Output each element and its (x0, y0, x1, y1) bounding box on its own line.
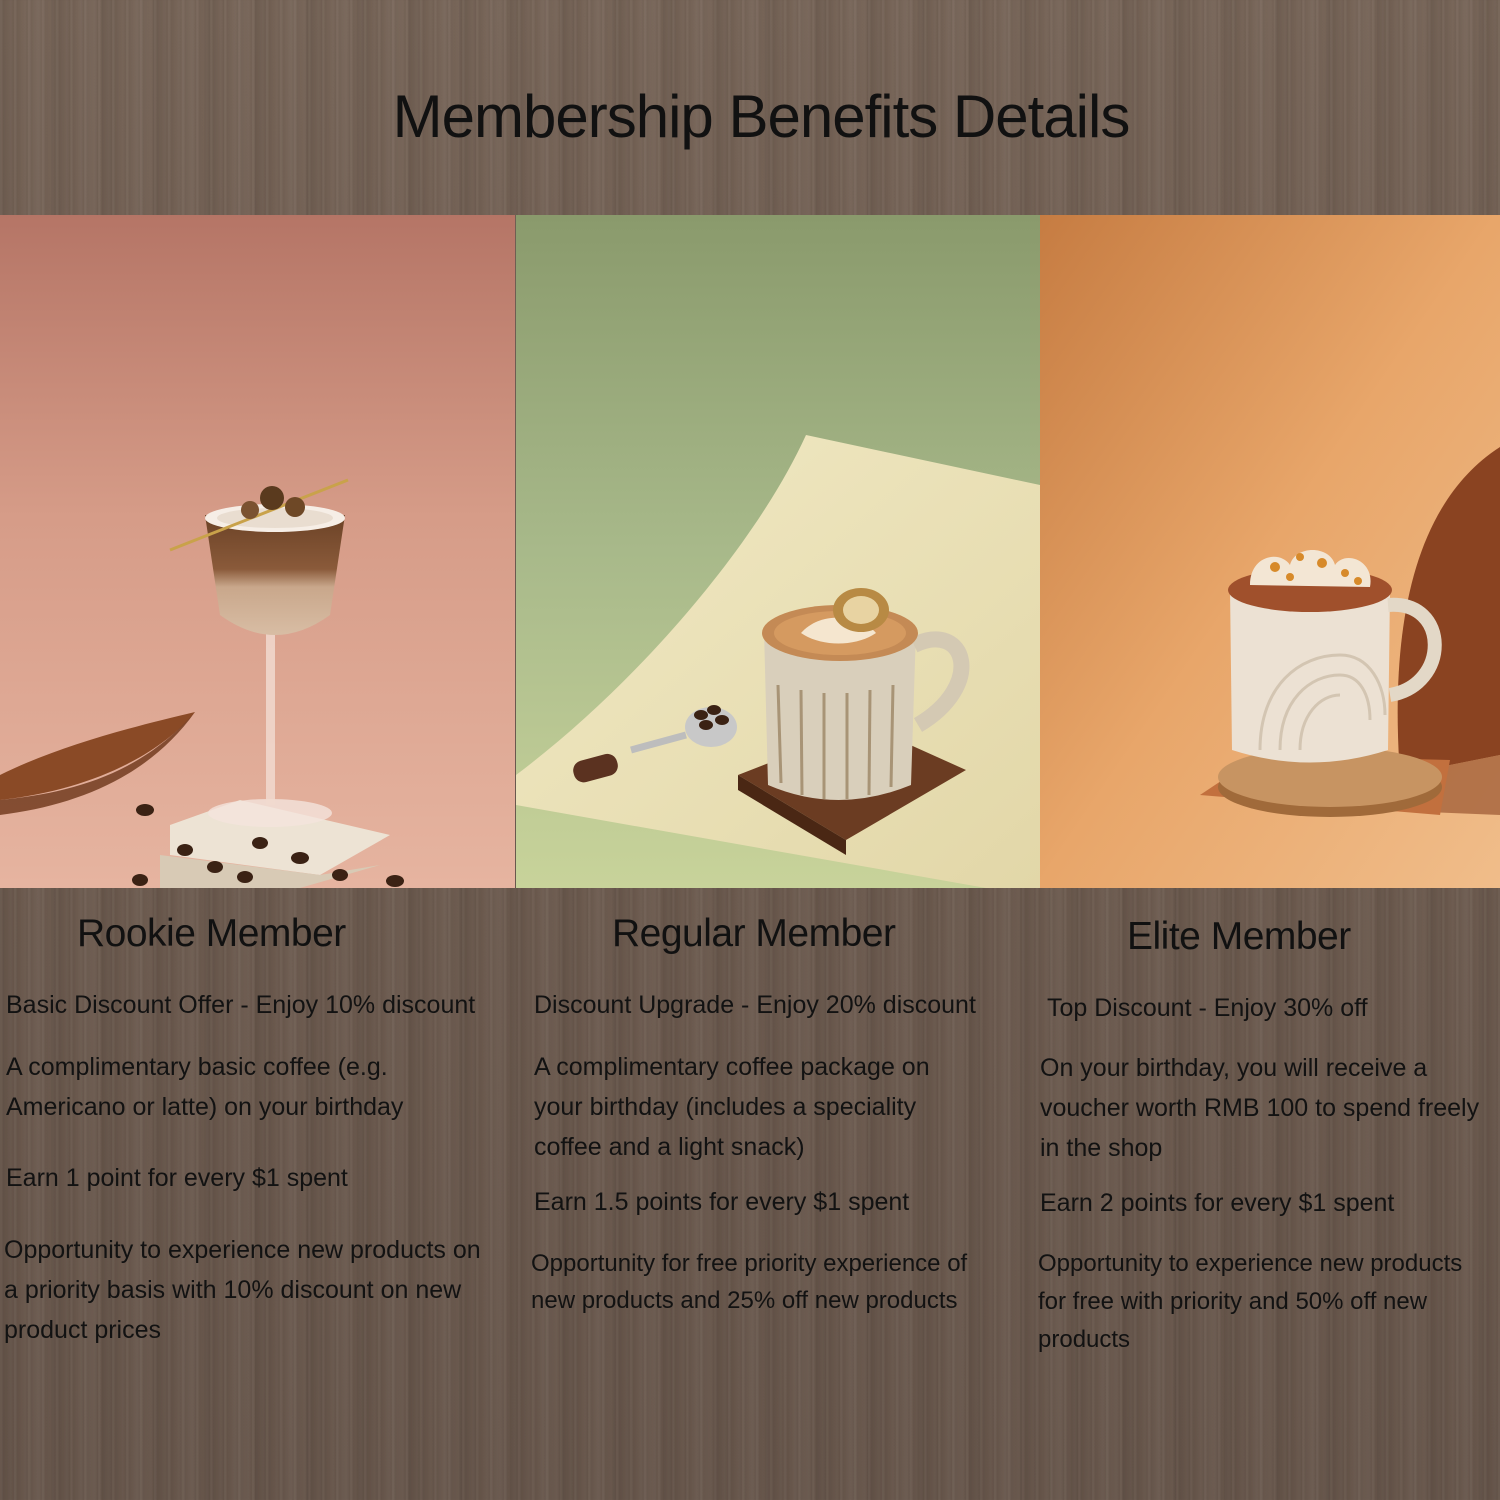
whipped-cream-mug-icon (1040, 215, 1500, 888)
regular-benefit-birthday: A complimentary coffee package on your b… (534, 1053, 930, 1161)
page-title: Membership Benefits Details (392, 83, 1131, 150)
regular-benefit-new-products: Opportunity for free priority experience… (531, 1250, 968, 1314)
latte-mug-icon (516, 215, 1040, 888)
elite-photo (1040, 215, 1500, 888)
rookie-benefit-new-products: Opportunity to experience new products o… (4, 1236, 481, 1344)
elite-benefit-discount: Top Discount - Enjoy 30% off (1047, 994, 1368, 1022)
regular-photo (516, 215, 1040, 888)
rookie-benefit-points: Earn 1 point for every $1 spent (6, 1164, 348, 1192)
rookie-benefit-discount: Basic Discount Offer - Enjoy 10% discoun… (6, 991, 476, 1019)
regular-benefit-discount: Discount Upgrade - Enjoy 20% discount (534, 991, 976, 1019)
tier-title-regular: Regular Member (612, 912, 896, 955)
tier-title-rookie: Rookie Member (77, 912, 346, 955)
elite-benefit-new-products: Opportunity to experience new products f… (1038, 1250, 1463, 1353)
rookie-benefit-birthday: A complimentary basic coffee (e.g. Ameri… (6, 1053, 404, 1121)
regular-benefit-points: Earn 1.5 points for every $1 spent (534, 1188, 910, 1216)
tier-title-elite: Elite Member (1127, 915, 1351, 958)
cocktail-glass-coffee-icon (0, 215, 515, 888)
elite-benefit-points: Earn 2 points for every $1 spent (1040, 1189, 1395, 1217)
rookie-photo (0, 215, 515, 888)
elite-benefit-birthday: On your birthday, you will receive a vou… (1040, 1054, 1480, 1162)
